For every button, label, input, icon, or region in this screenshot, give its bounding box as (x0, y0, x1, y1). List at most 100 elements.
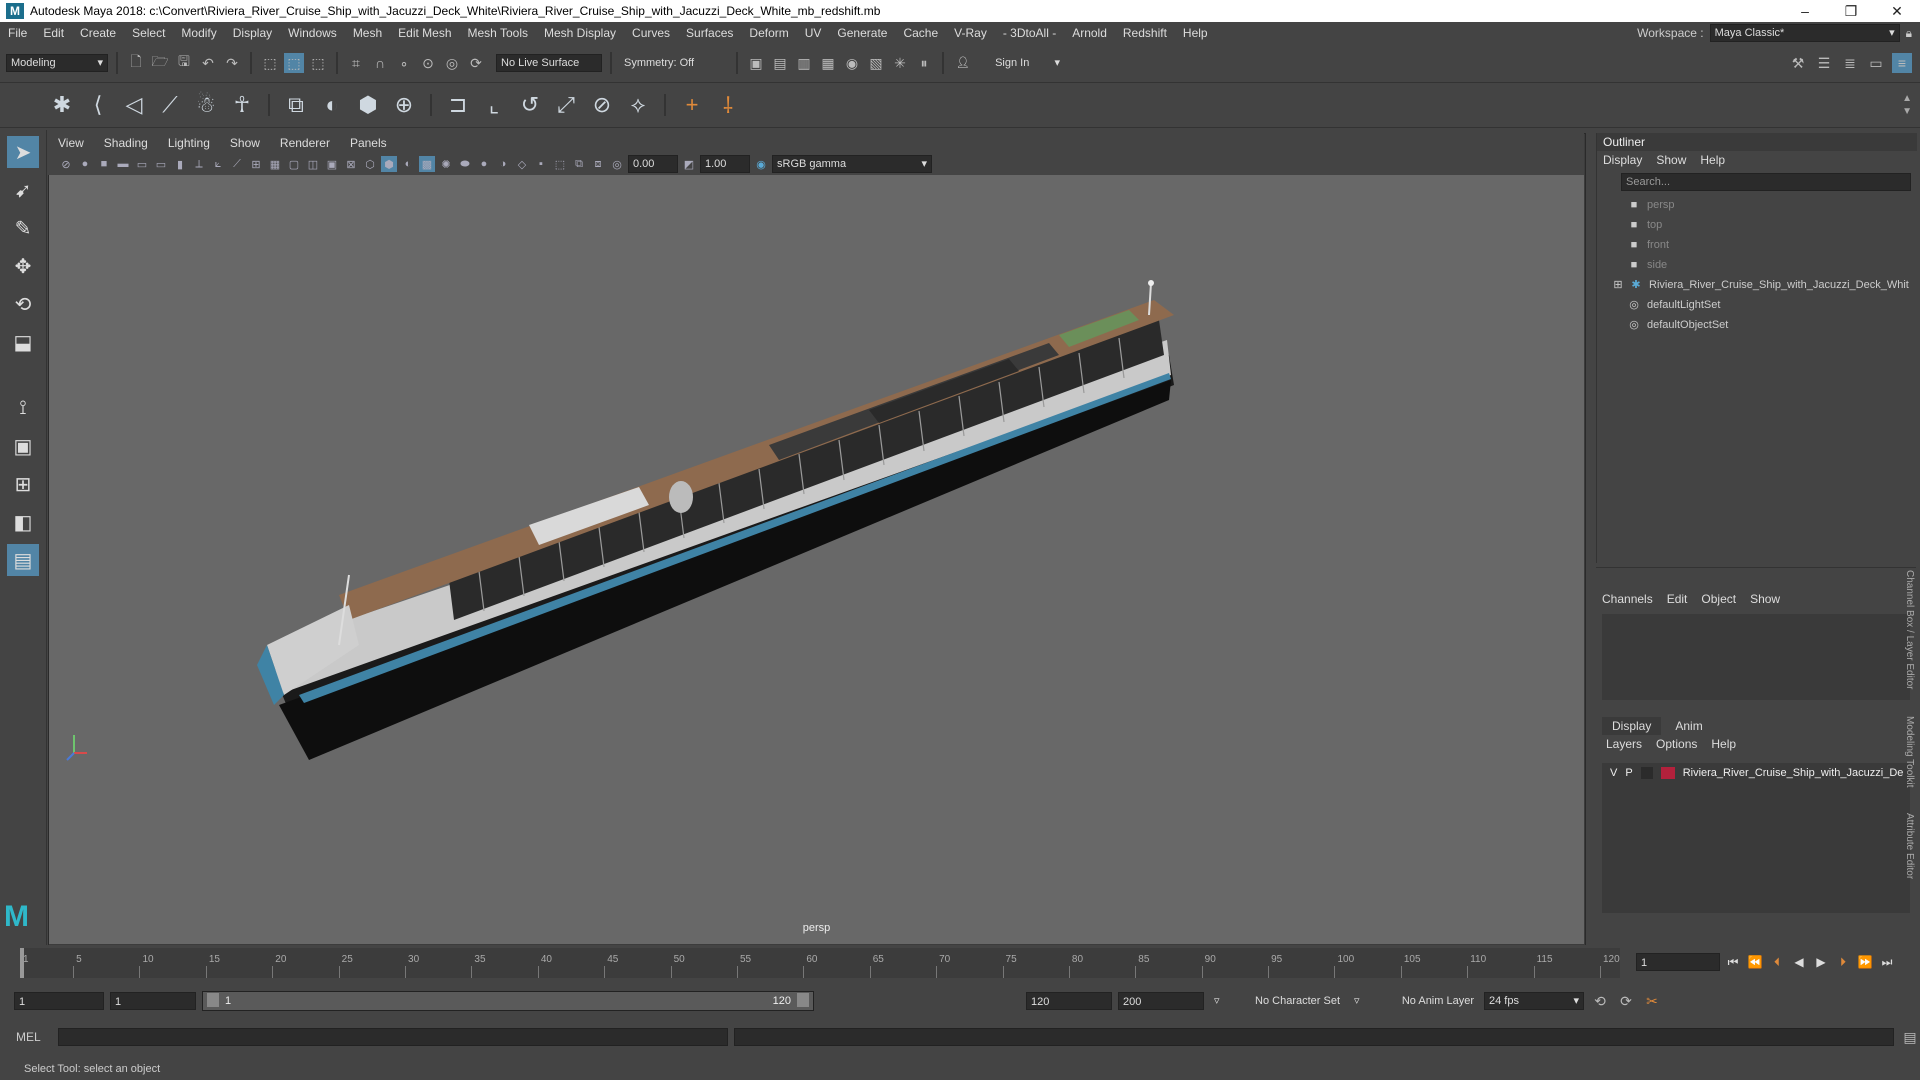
outliner-menu-help[interactable]: Help (1700, 151, 1725, 169)
layer-color-swatch[interactable] (1660, 767, 1675, 779)
outliner-item[interactable]: ■ front (1597, 235, 1917, 255)
play-backward-icon[interactable]: ◀ (1791, 953, 1807, 971)
playback-end-field[interactable]: 120 (1026, 992, 1112, 1010)
undo-icon[interactable]: ↶ (198, 53, 218, 73)
isolate-select-icon[interactable]: ⬬ (457, 156, 473, 172)
end-time-field[interactable]: 200 (1118, 992, 1204, 1010)
layers-menu-options[interactable]: Options (1656, 735, 1697, 753)
new-scene-icon[interactable]: 🗋 (126, 53, 146, 73)
menu-help[interactable]: Help (1175, 26, 1216, 40)
cluster-icon[interactable]: ⊕ (390, 91, 418, 119)
command-input[interactable] (58, 1028, 728, 1046)
menu-arnold[interactable]: Arnold (1064, 26, 1115, 40)
outliner-item[interactable]: ■ side (1597, 255, 1917, 275)
sign-in-button[interactable]: 👤︎ Sign In ▾ (952, 55, 1064, 71)
outliner-layout-icon[interactable]: ▤ (7, 544, 39, 576)
menu-redshift[interactable]: Redshift (1115, 26, 1175, 40)
snap-curve-icon[interactable]: ∩ (370, 53, 390, 73)
quick-rig-icon[interactable]: ☃ (192, 91, 220, 119)
menu-select[interactable]: Select (124, 26, 173, 40)
channelbox-menu-show[interactable]: Show (1750, 590, 1780, 608)
tab-channel-box-layer-editor[interactable]: Channel Box / Layer Editor (1904, 570, 1915, 690)
select-hierarchy-icon[interactable]: ⬚ (260, 53, 280, 73)
move-tool-icon[interactable]: ✥ (7, 250, 39, 282)
snap-grid-icon[interactable]: ⌗ (346, 53, 366, 73)
menu-vray[interactable]: V-Ray (946, 26, 995, 40)
ik-spline-icon[interactable]: ◁ (120, 91, 148, 119)
viewport-menu-show[interactable]: Show (220, 136, 270, 150)
grease-pencil-icon[interactable]: ▭ (153, 156, 169, 172)
menu-modify[interactable]: Modify (173, 26, 224, 40)
xray-active-icon[interactable]: ✺ (438, 156, 454, 172)
arrow-down-icon[interactable]: ▼ (1902, 106, 1912, 117)
snap-surface-icon[interactable]: ◎ (442, 53, 462, 73)
outliner-item[interactable]: ■ top (1597, 215, 1917, 235)
auto-key-icon[interactable]: ⟳ (1616, 991, 1636, 1011)
viewport-menu-shading[interactable]: Shading (94, 136, 158, 150)
layer-visibility-toggle[interactable]: V (1610, 767, 1617, 779)
snap-view-icon[interactable]: ⊙ (418, 53, 438, 73)
outliner-item[interactable]: ◎ defaultLightSet (1597, 295, 1917, 315)
step-back-frame-icon[interactable]: ⏴ (1769, 953, 1785, 971)
go-to-end-icon[interactable]: ⏭ (1879, 953, 1895, 971)
time-slider-track[interactable]: 1 5 10 15 20 25 30 35 40 45 50 55 60 65 70 75 80 85 90 95 10… (20, 948, 1620, 978)
menu-mesh[interactable]: Mesh (345, 26, 390, 40)
outliner-menu-show[interactable]: Show (1656, 151, 1686, 169)
fps-dropdown[interactable]: 24 fps ▾ (1484, 992, 1584, 1010)
viewport-menu-renderer[interactable]: Renderer (270, 136, 340, 150)
gate-mask-icon[interactable]: ⟋ (229, 156, 245, 172)
resolution-gate-icon[interactable]: ⟀ (210, 156, 226, 172)
go-to-start-icon[interactable]: ⏮ (1725, 953, 1741, 971)
render-settings-icon[interactable]: ▦ (818, 53, 838, 73)
render-setup-icon[interactable]: ▧ (866, 53, 886, 73)
outliner-item[interactable]: ⊞ ✱ Riviera_River_Cruise_Ship_with_Jacuz… (1597, 275, 1917, 295)
snap-live-icon[interactable]: ⟳ (466, 53, 486, 73)
wireframe-on-shaded-icon[interactable]: ⊠ (343, 156, 359, 172)
pause-icon[interactable]: ⏸ (914, 53, 934, 73)
exposure-icon[interactable]: ◎ (609, 156, 625, 172)
frame-selection-icon[interactable]: ⧈ (590, 156, 606, 172)
arrow-up-icon[interactable]: ▲ (1902, 93, 1912, 104)
step-back-key-icon[interactable]: ⏪ (1747, 953, 1763, 971)
film-gate-icon[interactable]: ⟂ (191, 156, 207, 172)
textured-icon[interactable]: ⬡ (362, 156, 378, 172)
outliner-item[interactable]: ◎ defaultObjectSet (1597, 315, 1917, 335)
joint-tool-icon[interactable]: ✱ (48, 91, 76, 119)
parent-constraint-icon[interactable]: ⊐ (444, 91, 472, 119)
rotate-tool-icon[interactable]: ⟲ (7, 288, 39, 320)
image-plane-icon[interactable]: ▬ (115, 156, 131, 172)
viewport-3d[interactable]: persp (49, 175, 1584, 944)
menu-surfaces[interactable]: Surfaces (678, 26, 741, 40)
maximize-button[interactable]: ❐ (1828, 3, 1874, 20)
viewport-menu-view[interactable]: View (48, 136, 94, 150)
range-start-handle[interactable] (207, 993, 219, 1007)
paint-select-icon[interactable]: ✎ (7, 212, 39, 244)
last-tool-icon[interactable]: ⟟ (7, 392, 39, 424)
menu-mesh-tools[interactable]: Mesh Tools (460, 26, 536, 40)
safe-action-icon[interactable]: ▦ (267, 156, 283, 172)
scale-constraint-icon[interactable]: ⤢ (552, 91, 580, 119)
paint-weights-icon[interactable]: ◐ (318, 91, 346, 119)
loop-icon[interactable]: ⟲ (1590, 991, 1610, 1011)
channelbox-menu-object[interactable]: Object (1701, 590, 1736, 608)
menu-windows[interactable]: Windows (280, 26, 345, 40)
lattice-icon[interactable]: ⬢ (354, 91, 382, 119)
ambient-occlusion-icon[interactable]: ● (476, 156, 492, 172)
menu-3dtoall[interactable]: - 3DtoAll - (995, 26, 1064, 40)
start-time-field[interactable]: 1 (14, 992, 104, 1010)
close-button[interactable]: ✕ (1874, 3, 1920, 20)
bind-skin-icon[interactable]: ⧉ (282, 91, 310, 119)
play-forward-icon[interactable]: ▶ (1813, 953, 1829, 971)
character-set-dropdown[interactable]: ▿ No Character Set (1210, 993, 1344, 1009)
color-management-icon[interactable]: ◉ (753, 156, 769, 172)
menu-cache[interactable]: Cache (895, 26, 946, 40)
safe-title-icon[interactable]: ▢ (286, 156, 302, 172)
scale-tool-icon[interactable]: ⬓ (7, 326, 39, 358)
perspective-outliner-layout-icon[interactable]: ◧ (7, 506, 39, 538)
tab-display[interactable]: Display (1602, 717, 1662, 735)
layer-playback-toggle[interactable]: P (1625, 767, 1632, 779)
channelbox-area[interactable] (1602, 614, 1910, 700)
command-language-label[interactable]: MEL (16, 1030, 52, 1044)
grid-icon[interactable]: ▮ (172, 156, 188, 172)
layer-row[interactable]: V P Riviera_River_Cruise_Ship_with_Jacuz… (1602, 763, 1910, 783)
